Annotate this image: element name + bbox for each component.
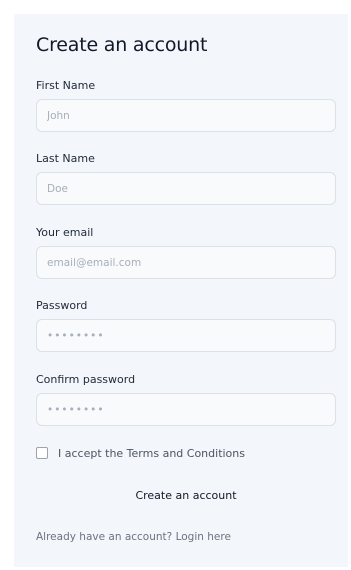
first-name-input[interactable] (36, 99, 336, 132)
first-name-label: First Name (36, 79, 96, 92)
confirm-password-input[interactable] (36, 393, 336, 426)
last-name-label: Last Name (36, 152, 95, 165)
signup-card: Create an account First Name Last Name Y… (14, 14, 348, 567)
login-link[interactable]: Login here (176, 531, 231, 543)
login-prompt-text: Already have an account? (36, 531, 173, 543)
terms-checkbox[interactable] (36, 447, 48, 459)
create-account-button[interactable]: Create an account (36, 484, 336, 506)
email-label: Your email (36, 226, 94, 239)
last-name-input[interactable] (36, 172, 336, 205)
email-input[interactable] (36, 246, 336, 279)
form-title: Create an account (36, 34, 208, 56)
confirm-password-label: Confirm password (36, 373, 136, 386)
terms-label[interactable]: I accept the Terms and Conditions (58, 447, 245, 460)
login-prompt-line: Already have an account? Login here (36, 531, 231, 543)
password-label: Password (36, 299, 88, 312)
terms-row: I accept the Terms and Conditions (36, 445, 245, 461)
password-input[interactable] (36, 319, 336, 352)
